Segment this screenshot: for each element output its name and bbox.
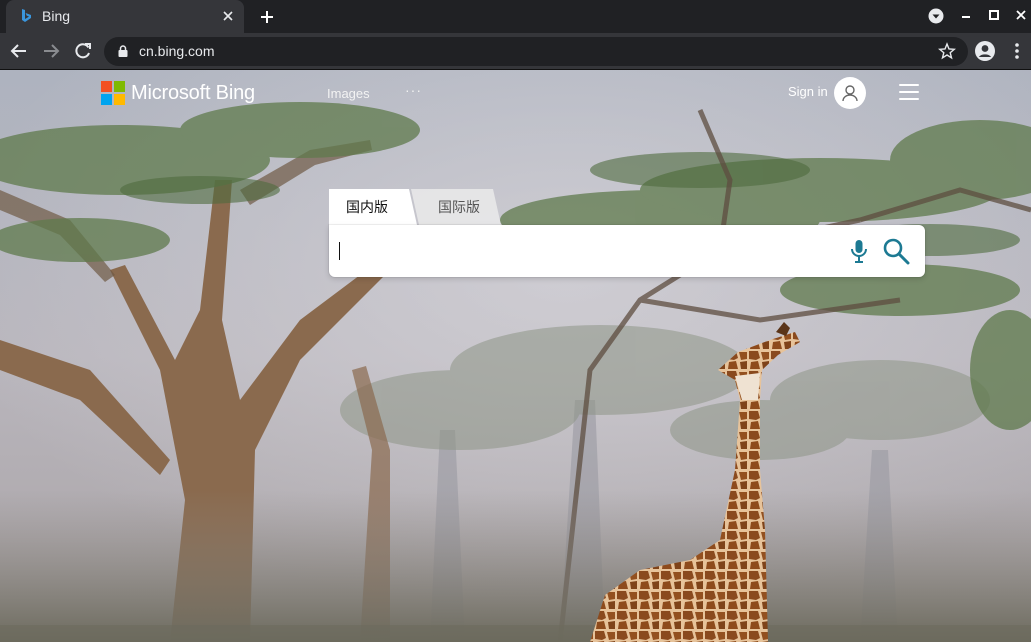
hamburger-icon[interactable] (899, 84, 919, 100)
lock-icon[interactable] (116, 44, 130, 58)
address-bar[interactable]: cn.bing.com (104, 37, 968, 66)
microsoft-bing-logo[interactable]: Microsoft Bing (101, 80, 255, 106)
brand-name: Microsoft Bing (131, 81, 255, 104)
tab-domestic[interactable]: 国内版 (329, 189, 417, 225)
page-viewport: Microsoft Bing Images ··· Sign in 国际版 国内… (0, 70, 1031, 642)
tab-title: Bing (42, 8, 71, 24)
more-options-button[interactable]: ··· (405, 82, 422, 98)
user-icon (842, 85, 858, 102)
forward-arrow-icon[interactable] (40, 40, 62, 62)
search-icon[interactable] (882, 237, 910, 265)
bing-favicon-icon (22, 9, 31, 22)
search-input[interactable] (337, 235, 827, 267)
tab-strip: Bing (0, 0, 1031, 33)
star-icon[interactable] (938, 42, 956, 60)
reload-icon[interactable] (72, 40, 94, 62)
maximize-icon[interactable] (984, 6, 1004, 26)
search-box (329, 225, 925, 277)
text-caret (339, 242, 340, 260)
tab-international[interactable]: 国际版 (411, 189, 501, 225)
close-icon[interactable] (220, 8, 236, 24)
microphone-icon[interactable] (849, 238, 869, 264)
avatar-button[interactable] (834, 77, 866, 109)
close-window-icon[interactable] (1011, 6, 1031, 26)
microsoft-logo-icon (101, 81, 125, 105)
minimize-icon[interactable] (956, 6, 976, 26)
plus-icon[interactable] (256, 6, 278, 28)
background-image (0, 70, 1031, 642)
media-control-icon[interactable] (926, 6, 946, 26)
sign-in-link[interactable]: Sign in (788, 84, 828, 99)
kebab-menu-icon[interactable] (1008, 40, 1026, 62)
browser-tab-bing[interactable]: Bing (6, 0, 244, 33)
profile-icon[interactable] (974, 40, 996, 62)
back-arrow-icon[interactable] (8, 40, 30, 62)
url-text[interactable]: cn.bing.com (139, 43, 214, 59)
browser-toolbar: cn.bing.com (0, 33, 1031, 70)
nav-images-link[interactable]: Images (327, 86, 370, 101)
